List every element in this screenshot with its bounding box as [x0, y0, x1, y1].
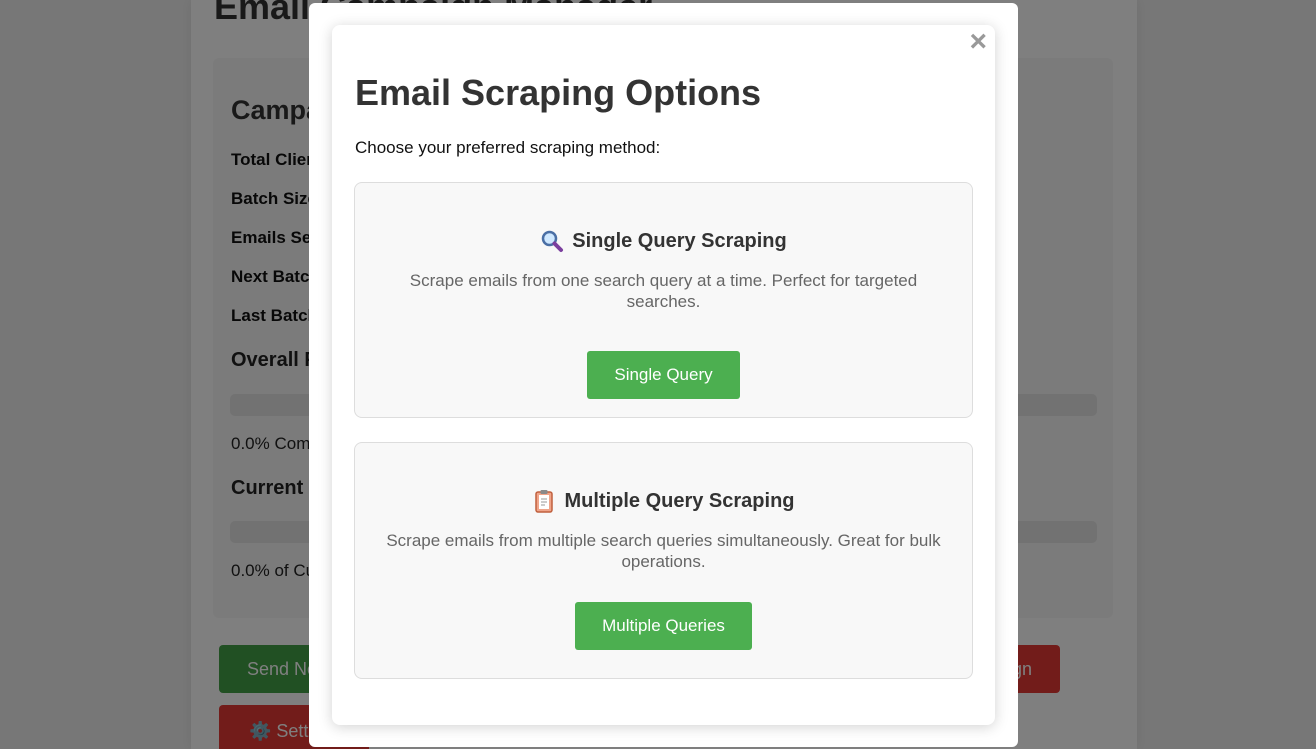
multiple-query-title: Multiple Query Scraping [564, 489, 795, 512]
close-icon[interactable]: × [969, 27, 987, 57]
multiple-queries-button[interactable]: Multiple Queries [575, 602, 752, 650]
multiple-query-option-card: Multiple Query Scraping Scrape emails fr… [354, 442, 973, 679]
modal-title: Email Scraping Options [355, 72, 762, 113]
single-query-title-row: Single Query Scraping [355, 229, 972, 253]
clipboard-icon [532, 489, 556, 513]
single-query-button[interactable]: Single Query [587, 351, 740, 399]
scraping-options-modal: × Email Scraping Options Choose your pre… [332, 25, 995, 725]
single-query-option-card: Single Query Scraping Scrape emails from… [354, 182, 973, 418]
single-query-title: Single Query Scraping [572, 229, 787, 252]
modal-subtitle: Choose your preferred scraping method: [355, 138, 661, 157]
multiple-query-description: Scrape emails from multiple search queri… [386, 531, 941, 571]
multiple-query-title-row: Multiple Query Scraping [355, 489, 972, 513]
single-query-description: Scrape emails from one search query at a… [409, 271, 918, 311]
magnifier-icon [540, 229, 564, 253]
